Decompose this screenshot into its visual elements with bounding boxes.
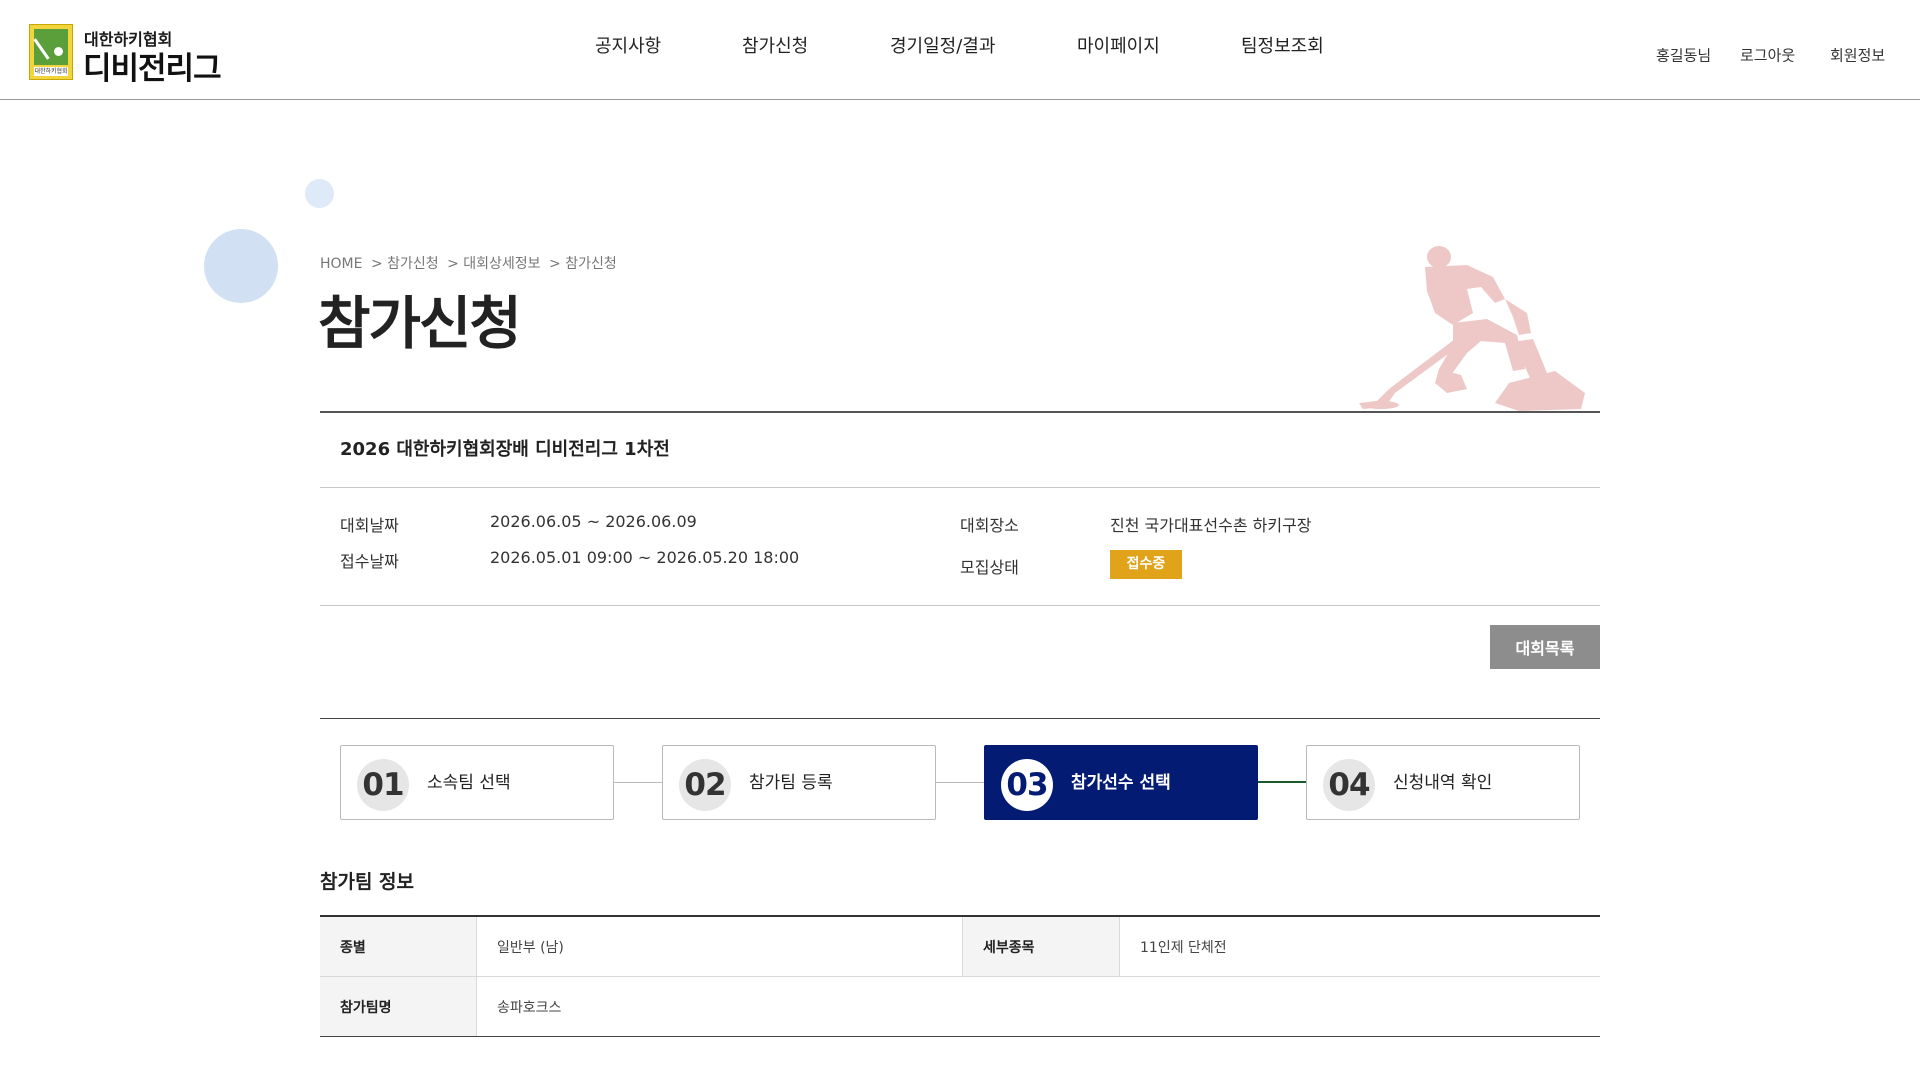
event-date-value: 2026.06.05 ~ 2026.06.09 [490, 512, 697, 531]
section-divider [320, 718, 1600, 719]
step-label: 신청내역 확인 [1393, 773, 1493, 793]
category-label: 종별 [320, 916, 477, 977]
team-info-title: 참가팀 정보 [320, 871, 415, 893]
nav-notice[interactable]: 공지사항 [595, 32, 661, 58]
team-name-value: 송파호크스 [476, 976, 1600, 1037]
site-header: 대한하키협회 대한하키협회 디비전리그 공지사항 참가신청 경기일정/결과 마이… [0, 0, 1920, 100]
step-number: 04 [1323, 759, 1375, 811]
venue-value: 진천 국가대표선수촌 하키구장 [1110, 516, 1312, 535]
step-connector-active [1258, 781, 1306, 783]
hockey-player-illustration-icon [1359, 246, 1585, 411]
recruit-status-label: 모집상태 [960, 558, 1019, 577]
table-row: 종별 일반부 (남) 세부종목 11인제 단체전 [320, 916, 1600, 977]
team-info-table: 종별 일반부 (남) 세부종목 11인제 단체전 참가팀명 송파호크스 [320, 915, 1600, 1037]
step-label: 참가선수 선택 [1071, 773, 1171, 793]
user-name-link[interactable]: 홍길동님 [1656, 45, 1711, 66]
event-date-label: 대회날짜 [340, 516, 399, 535]
breadcrumb: HOME > 참가신청 > 대회상세정보 > 참가신청 [320, 253, 621, 273]
step-number: 02 [679, 759, 731, 811]
step-label: 소속팀 선택 [427, 773, 511, 793]
step-select-team[interactable]: 01 소속팀 선택 [340, 745, 614, 820]
receipt-date-label: 접수날짜 [340, 552, 399, 571]
event-info-box: 2026 대한하키협회장배 디비전리그 1차전 대회날짜 2026.06.05 … [320, 411, 1600, 606]
event-name: 2026 대한하키협회장배 디비전리그 1차전 [320, 413, 1600, 488]
step-number: 03 [1001, 759, 1053, 811]
step-register-team[interactable]: 02 참가팀 등록 [662, 745, 936, 820]
hockey-association-emblem-icon: 대한하키협회 [29, 24, 73, 80]
event-list-button[interactable]: 대회목록 [1490, 625, 1600, 669]
status-badge: 접수중 [1110, 550, 1182, 579]
discipline-value: 11인제 단체전 [1119, 916, 1600, 977]
category-value: 일반부 (남) [476, 916, 963, 977]
nav-mypage[interactable]: 마이페이지 [1077, 32, 1160, 58]
team-name-label: 참가팀명 [320, 976, 477, 1037]
logo-league-name: 디비전리그 [83, 51, 222, 87]
application-steps: 01 소속팀 선택 02 참가팀 등록 03 참가선수 선택 04 신청내역 확… [340, 745, 1580, 820]
breadcrumb-home[interactable]: HOME [320, 256, 362, 272]
step-confirm-application[interactable]: 04 신청내역 확인 [1306, 745, 1580, 820]
step-connector [614, 782, 662, 783]
nav-team-info[interactable]: 팀정보조회 [1241, 32, 1324, 58]
page-title: 참가신청 [318, 291, 522, 357]
breadcrumb-event-detail[interactable]: > 대회상세정보 [447, 256, 540, 272]
emblem-label: 대한하키협회 [34, 67, 68, 76]
member-info-link[interactable]: 회원정보 [1830, 45, 1885, 66]
step-connector [936, 782, 984, 783]
nav-schedule-results[interactable]: 경기일정/결과 [890, 32, 995, 58]
table-row: 참가팀명 송파호크스 [320, 976, 1600, 1037]
nav-application[interactable]: 참가신청 [742, 32, 808, 58]
step-select-players[interactable]: 03 참가선수 선택 [984, 745, 1258, 820]
step-number: 01 [357, 759, 409, 811]
breadcrumb-application[interactable]: > 참가신청 [371, 256, 439, 272]
venue-label: 대회장소 [960, 516, 1019, 535]
receipt-date-value: 2026.05.01 09:00 ~ 2026.05.20 18:00 [490, 548, 800, 567]
breadcrumb-current: > 참가신청 [549, 256, 617, 272]
event-details: 대회날짜 2026.06.05 ~ 2026.06.09 접수날짜 2026.0… [320, 488, 1600, 606]
logout-link[interactable]: 로그아웃 [1740, 45, 1795, 66]
decorative-circle-large [204, 229, 278, 303]
decorative-circle-small [305, 179, 334, 208]
step-label: 참가팀 등록 [749, 773, 833, 793]
discipline-label: 세부종목 [962, 916, 1120, 977]
